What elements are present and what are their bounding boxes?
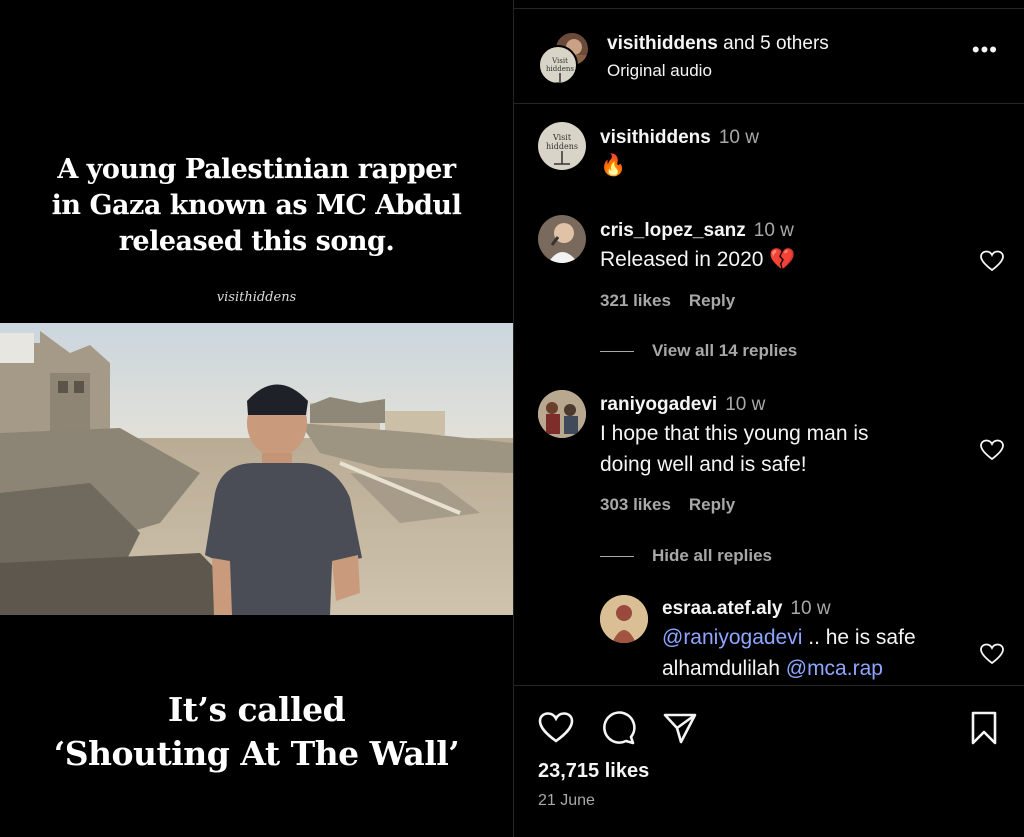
comment-text-line: I hope that this young man is xyxy=(600,422,869,445)
comment-username[interactable]: raniyogadevi xyxy=(600,394,717,415)
header-others[interactable]: and 5 others xyxy=(723,33,829,54)
comment-time[interactable]: 10 w xyxy=(754,220,794,241)
thread-label[interactable]: View all 14 replies xyxy=(652,341,797,360)
bookmark-icon[interactable] xyxy=(966,710,1002,746)
mention-link[interactable]: @mca.rap xyxy=(786,657,883,680)
post-photo xyxy=(0,323,513,615)
svg-text:Visit: Visit xyxy=(552,133,572,142)
heart-icon[interactable] xyxy=(538,710,574,746)
comment-header: visithiddens 10 w xyxy=(600,127,759,149)
avatar[interactable] xyxy=(538,215,586,263)
header-title: visithiddens and 5 others xyxy=(607,33,829,55)
header-username[interactable]: visithiddens xyxy=(607,33,718,54)
reply-button[interactable]: Reply xyxy=(689,291,735,310)
comment-text-part: .. he is safe xyxy=(802,626,916,649)
comment-username[interactable]: cris_lopez_sanz xyxy=(600,220,746,241)
person-photo-icon xyxy=(600,595,648,643)
comment-likes[interactable]: 321 likes xyxy=(600,291,671,310)
mention-link[interactable]: @raniyogadevi xyxy=(662,626,802,649)
comment-header: cris_lopez_sanz 10 w xyxy=(600,220,794,242)
comment-text-part: alhamdulilah xyxy=(662,657,786,680)
post-footer-title: It’s called ‘Shouting At The Wall’ xyxy=(0,688,513,776)
person-photo-icon xyxy=(538,390,586,438)
post-headline: A young Palestinian rapper in Gaza known… xyxy=(0,152,513,260)
person-photo-icon xyxy=(548,223,578,263)
comment-header: raniyogadevi 10 w xyxy=(600,394,765,416)
heart-icon[interactable] xyxy=(980,643,1004,665)
comment-text-line: @raniyogadevi .. he is safe xyxy=(662,622,916,653)
avatar[interactable] xyxy=(538,390,586,438)
svg-text:Visit: Visit xyxy=(551,57,568,65)
comment-text: @raniyogadevi .. he is safe alhamdulilah… xyxy=(662,622,916,684)
footer-line-1: It’s called xyxy=(167,690,346,729)
heart-icon[interactable] xyxy=(980,250,1004,272)
headline-line-2: in Gaza known as MC Abdul xyxy=(51,190,462,221)
comment-text: I hope that this young man is doing well… xyxy=(600,418,869,480)
tree-logo-icon: Visithiddens xyxy=(546,133,578,165)
comment-header: esraa.atef.aly 10 w xyxy=(662,598,831,620)
headline-line-1: A young Palestinian rapper xyxy=(57,154,456,185)
hide-replies-button[interactable]: Hide all replies xyxy=(600,546,772,566)
comment-meta: 303 likes Reply xyxy=(600,495,735,515)
avatar[interactable] xyxy=(600,595,648,643)
svg-text:hiddens: hiddens xyxy=(546,142,578,151)
comment-time[interactable]: 10 w xyxy=(790,598,830,619)
post-details-panel: Visit hiddens visithiddens and 5 others O… xyxy=(514,0,1024,837)
comment-text-line: doing well and is safe! xyxy=(600,453,807,476)
headline-line-3: released this song. xyxy=(118,226,395,257)
post-date[interactable]: 21 June xyxy=(538,792,595,810)
thread-line xyxy=(600,351,634,353)
comment-text-line: alhamdulilah @mca.rap xyxy=(662,653,916,684)
comment-icon[interactable] xyxy=(600,710,636,746)
thread-line xyxy=(600,556,634,558)
avatar[interactable]: Visit hiddens xyxy=(538,122,586,170)
comments-list[interactable]: Visit hiddens visithiddens 10 w 🔥 cris_lop… xyxy=(514,105,1024,685)
comment-text: 🔥 xyxy=(600,154,627,177)
comment-time[interactable]: 10 w xyxy=(719,127,759,148)
post-likes-count[interactable]: 23,715 likes xyxy=(538,760,649,783)
brand-signature: visithiddens xyxy=(216,290,297,305)
actions-divider xyxy=(514,685,1024,686)
post-header: Visit hiddens visithiddens and 5 others O… xyxy=(514,9,1024,104)
comment-meta: 321 likes Reply xyxy=(600,291,735,311)
comment-time[interactable]: 10 w xyxy=(725,394,765,415)
share-icon[interactable] xyxy=(662,710,698,746)
comment-username[interactable]: esraa.atef.aly xyxy=(662,598,782,619)
heart-icon[interactable] xyxy=(980,439,1004,461)
svg-text:hiddens: hiddens xyxy=(546,65,574,73)
tree-logo-icon: Visithiddens xyxy=(546,57,574,83)
more-horizontal-icon[interactable]: ••• xyxy=(972,39,998,61)
thread-label[interactable]: Hide all replies xyxy=(652,546,772,565)
footer-line-2: ‘Shouting At The Wall’ xyxy=(53,734,460,773)
comment-username[interactable]: visithiddens xyxy=(600,127,711,148)
view-replies-button[interactable]: View all 14 replies xyxy=(600,341,797,361)
original-audio-link[interactable]: Original audio xyxy=(607,61,712,81)
rubble-scene-image xyxy=(0,323,513,615)
collab-avatars[interactable]: Visit hiddens xyxy=(538,31,594,85)
comment-likes[interactable]: 303 likes xyxy=(600,495,671,514)
owner-avatar[interactable]: Visit hiddens xyxy=(538,45,578,85)
comment-text: Released in 2020 💔 xyxy=(600,248,796,271)
reply-button[interactable]: Reply xyxy=(689,495,735,514)
post-media: A young Palestinian rapper in Gaza known… xyxy=(0,0,513,837)
